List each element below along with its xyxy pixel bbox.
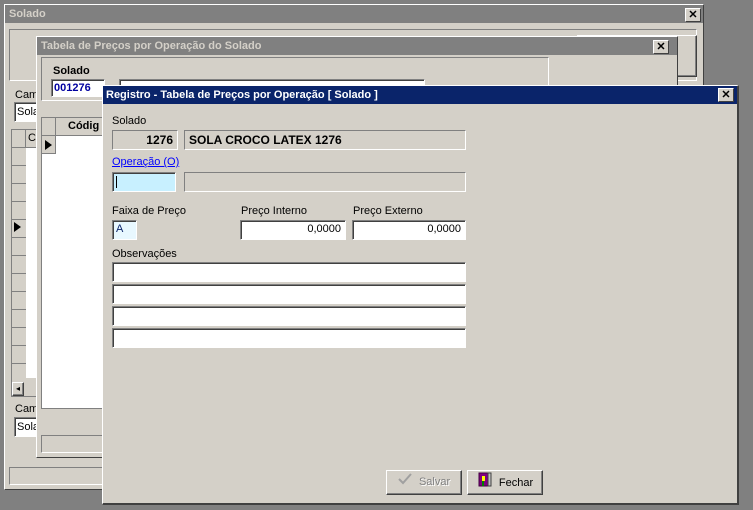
exit-door-icon — [477, 471, 493, 496]
window-solado-titlebar[interactable]: Solado — [5, 5, 703, 23]
dialog-close-icon[interactable]: ✕ — [718, 88, 734, 102]
fechar-button[interactable]: Fechar — [467, 470, 543, 495]
dialog-title: Registro - Tabela de Preços por Operação… — [106, 89, 378, 101]
window-solado-field-label-bottom: Cam — [15, 403, 39, 415]
dialog-registro: Registro - Tabela de Preços por Operação… — [102, 85, 739, 505]
window-solado-close-icon[interactable]: ✕ — [685, 8, 701, 22]
check-icon — [398, 471, 412, 494]
dialog-preco-externo-input[interactable]: 0,0000 — [352, 220, 466, 240]
dialog-solado-desc-field: SOLA CROCO LATEX 1276 — [184, 130, 466, 150]
window-tabela-grid[interactable]: Códig — [41, 117, 104, 409]
dialog-observacoes-label: Observações — [112, 248, 177, 260]
window-tabela-title: Tabela de Preços por Operação do Solado — [41, 40, 262, 52]
dialog-faixa-input[interactable]: A — [112, 220, 137, 240]
dialog-observacoes-line-2[interactable] — [112, 284, 466, 304]
window-tabela-close-icon[interactable]: ✕ — [653, 40, 669, 54]
dialog-preco-interno-label: Preço Interno — [241, 205, 308, 217]
grid-corner — [42, 118, 56, 136]
dialog-observacoes-line-3[interactable] — [112, 306, 466, 326]
dialog-titlebar[interactable]: Registro - Tabela de Preços por Operação… — [103, 86, 737, 104]
dialog-operacao-desc-field — [184, 172, 466, 192]
dialog-operacao-input[interactable] — [112, 172, 176, 192]
dialog-solado-code-field: 1276 — [112, 130, 178, 150]
text-cursor — [116, 176, 117, 188]
dialog-observacoes-line-1[interactable] — [112, 262, 466, 282]
grid-header-codigo: Códig — [56, 118, 104, 136]
dialog-observacoes-line-4[interactable] — [112, 328, 466, 348]
row-pointer-icon — [14, 222, 21, 232]
window-tabela-titlebar[interactable]: Tabela de Preços por Operação do Solado — [37, 37, 677, 55]
grid-corner — [12, 130, 26, 148]
dialog-solado-label: Solado — [112, 115, 147, 127]
window-solado-title: Solado — [9, 8, 46, 20]
dialog-operacao-link[interactable]: Operação (O) — [112, 156, 179, 168]
dialog-faixa-label: Faixa de Preço — [112, 205, 186, 217]
grid-scroll-left-icon[interactable]: ◂ — [12, 382, 24, 396]
salvar-button[interactable]: Salvar — [386, 470, 462, 495]
window-tabela-solado-label: Solado — [53, 65, 90, 77]
window-solado-field-label-top: Cam — [15, 89, 39, 101]
dialog-preco-externo-label: Preço Externo — [353, 205, 423, 217]
row-pointer-icon — [45, 140, 52, 150]
grid-row-indicators — [12, 148, 26, 378]
window-tabela-solado-code[interactable]: 001276 — [51, 79, 105, 97]
dialog-preco-interno-input[interactable]: 0,0000 — [240, 220, 346, 240]
